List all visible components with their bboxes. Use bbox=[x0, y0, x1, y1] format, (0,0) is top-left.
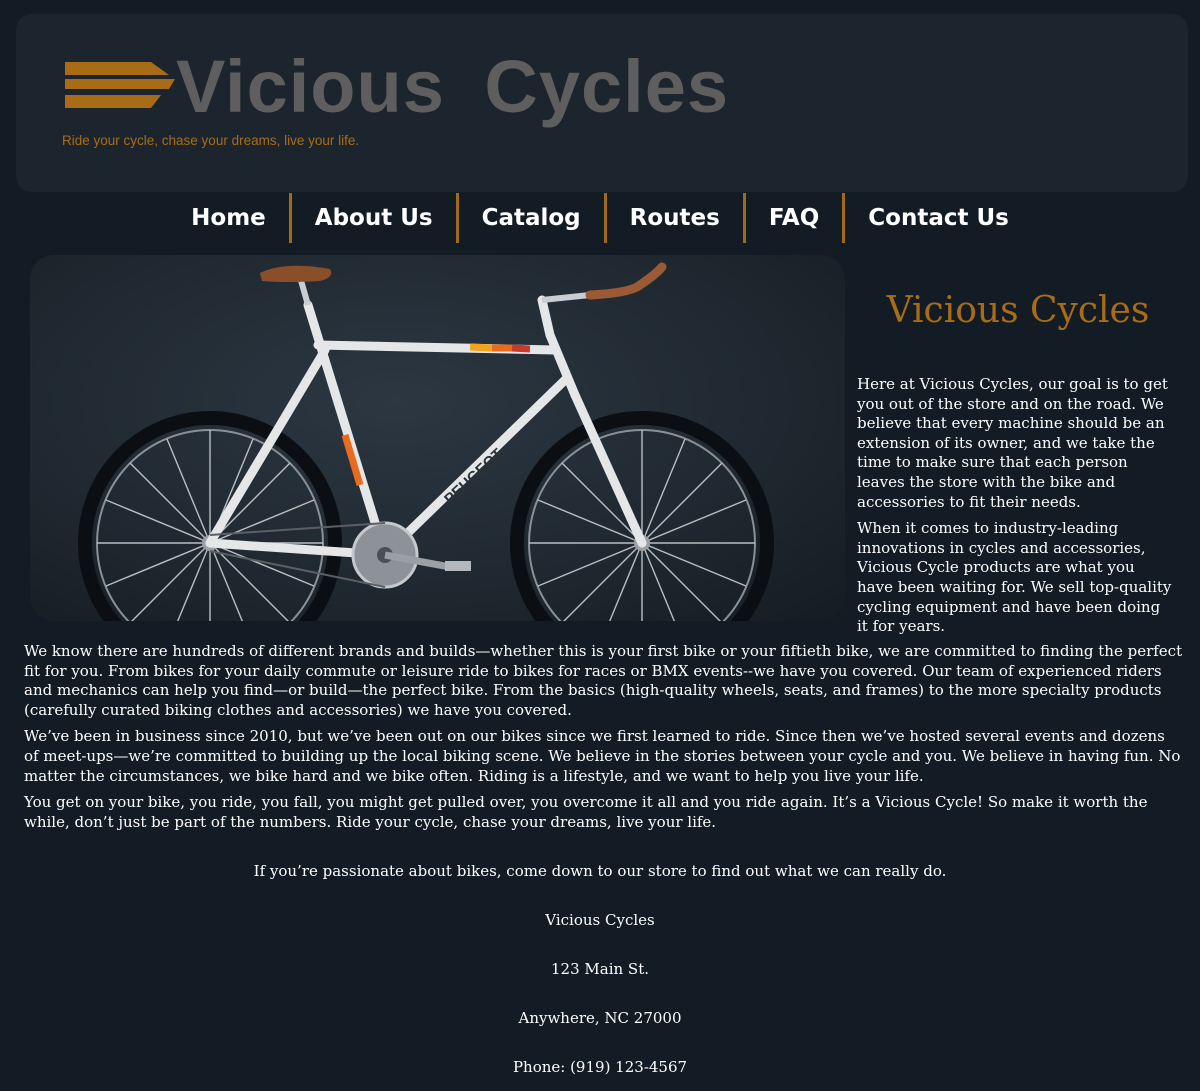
main-nav: Home About Us Catalog Routes FAQ Contact… bbox=[0, 193, 1200, 243]
logo-wordmark[interactable]: Vicious Cycles bbox=[176, 50, 729, 124]
body-paragraph: We know there are hundreds of different … bbox=[24, 642, 1183, 719]
intro-paragraph: When it comes to industry-leading innova… bbox=[857, 519, 1172, 636]
intro-title: Vicious Cycles bbox=[886, 290, 1150, 331]
saddle-icon bbox=[260, 265, 332, 282]
nav-faq-link[interactable]: FAQ bbox=[746, 193, 842, 243]
store-phone[interactable]: Phone: (919) 123-4567 bbox=[0, 1056, 1200, 1091]
body-paragraph: You get on your bike, you ride, you fall… bbox=[24, 793, 1148, 831]
nav-contact-us-link[interactable]: Contact Us bbox=[845, 193, 1032, 243]
main-content: We know there are hundreds of different … bbox=[24, 642, 1184, 839]
front-wheel bbox=[510, 411, 774, 621]
nav-routes-link[interactable]: Routes bbox=[607, 193, 743, 243]
rear-wheel bbox=[78, 411, 342, 621]
store-street: 123 Main St. bbox=[551, 960, 649, 978]
site-header: Vicious Cycles Ride your cycle, chase yo… bbox=[16, 14, 1188, 192]
page: Vicious Cycles Ride your cycle, chase yo… bbox=[0, 0, 1200, 1091]
bicycle-illustration: PEUGEOT bbox=[78, 262, 774, 621]
hero-bike-image: PEUGEOT bbox=[30, 255, 845, 621]
body-paragraph: We’ve been in business since 2010, but w… bbox=[24, 727, 1181, 785]
frame-brand-label: PEUGEOT bbox=[441, 445, 506, 507]
store-invite: If you’re passionate about bikes, come d… bbox=[253, 862, 947, 880]
intro-text: Here at Vicious Cycles, our goal is to g… bbox=[857, 375, 1175, 644]
nav-about-us-link[interactable]: About Us bbox=[292, 193, 456, 243]
nav-home-link[interactable]: Home bbox=[168, 193, 289, 243]
contact-block: If you’re passionate about bikes, come d… bbox=[0, 860, 1200, 1091]
site-tagline: Ride your cycle, chase your dreams, live… bbox=[62, 133, 360, 148]
intro-paragraph: Here at Vicious Cycles, our goal is to g… bbox=[857, 375, 1168, 511]
nav-catalog-link[interactable]: Catalog bbox=[459, 193, 604, 243]
frame-decals bbox=[341, 343, 531, 487]
store-name: Vicious Cycles bbox=[545, 911, 655, 929]
store-city: Anywhere, NC 27000 bbox=[518, 1009, 682, 1027]
handlebar-icon bbox=[585, 262, 667, 300]
logo-stripes-icon bbox=[65, 62, 175, 108]
